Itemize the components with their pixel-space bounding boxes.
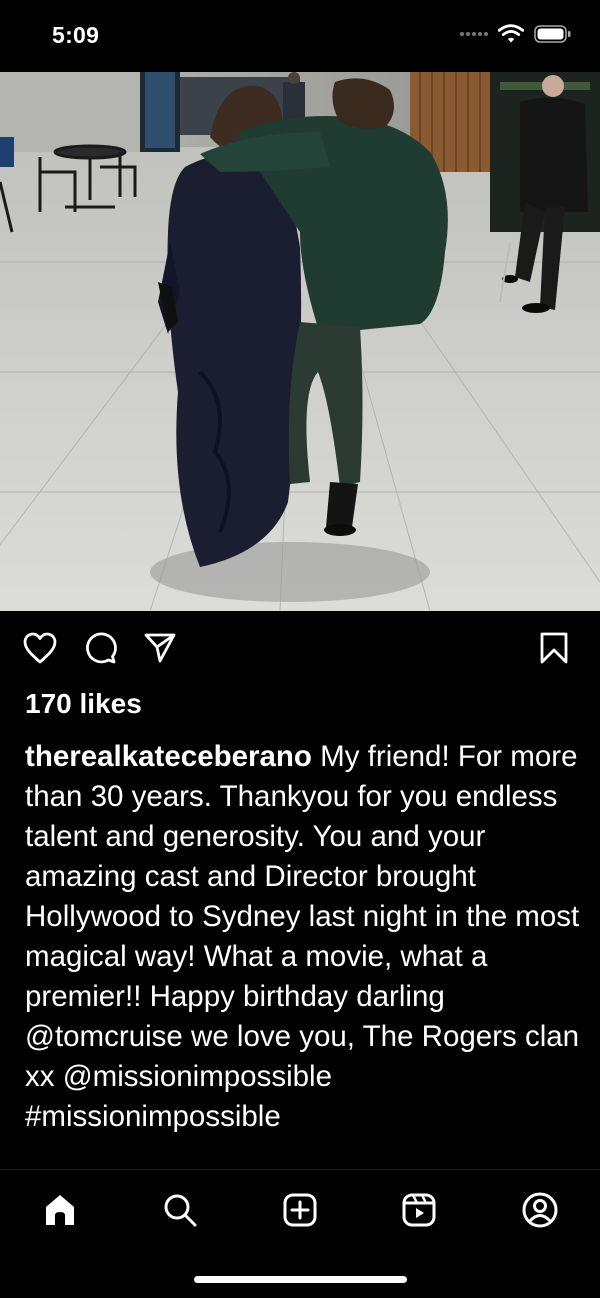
home-indicator bbox=[194, 1276, 407, 1283]
comment-button[interactable] bbox=[80, 628, 120, 668]
reels-icon bbox=[402, 1193, 436, 1227]
heart-icon bbox=[23, 632, 57, 664]
share-button[interactable] bbox=[140, 628, 180, 668]
post-caption: therealkateceberano My friend! For more … bbox=[25, 737, 585, 1169]
post-photo[interactable] bbox=[0, 72, 600, 611]
search-icon bbox=[164, 1194, 197, 1227]
caption-text: My friend! For more than 30 years. Thank… bbox=[25, 740, 580, 1133]
wifi-icon bbox=[498, 24, 524, 43]
plus-square-icon bbox=[283, 1193, 317, 1227]
comment-icon bbox=[86, 632, 117, 664]
status-icons bbox=[460, 24, 572, 44]
tab-create[interactable] bbox=[278, 1188, 322, 1232]
battery-icon bbox=[534, 25, 571, 43]
post-action-bar bbox=[0, 620, 600, 678]
tab-search[interactable] bbox=[158, 1188, 202, 1232]
tab-reels[interactable] bbox=[397, 1188, 441, 1232]
post-photo-illustration bbox=[0, 72, 600, 611]
tab-home[interactable] bbox=[38, 1188, 82, 1232]
send-icon bbox=[144, 633, 176, 663]
tab-profile[interactable] bbox=[518, 1188, 562, 1232]
status-time: 5:09 bbox=[52, 22, 100, 48]
like-button[interactable] bbox=[20, 628, 60, 668]
status-bar: 5:09 bbox=[0, 0, 600, 72]
save-button[interactable] bbox=[534, 628, 574, 668]
caption-username[interactable]: therealkateceberano bbox=[25, 740, 312, 773]
home-icon bbox=[46, 1195, 74, 1225]
likes-count[interactable]: 170 likes bbox=[25, 688, 142, 720]
cellular-dots-icon bbox=[460, 32, 488, 36]
bookmark-icon bbox=[540, 632, 568, 664]
profile-icon bbox=[522, 1192, 558, 1228]
